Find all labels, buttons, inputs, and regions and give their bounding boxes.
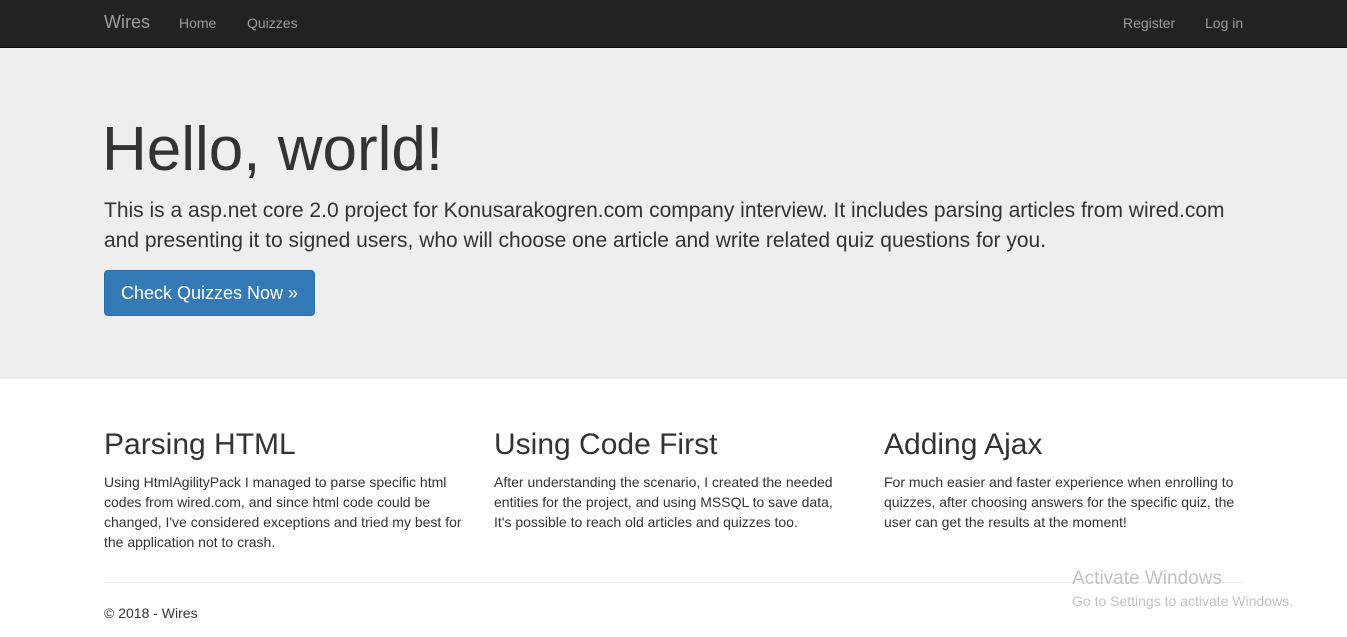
feature-title: Adding Ajax	[884, 428, 1043, 461]
feature-column-ajax: Adding Ajax For much easier and faster e…	[884, 428, 1244, 532]
top-navbar: Wires Home Quizzes Register Log in	[0, 0, 1347, 48]
nav-quizzes-link[interactable]: Quizzes	[247, 15, 298, 31]
nav-home-link[interactable]: Home	[179, 15, 216, 31]
feature-title: Parsing HTML	[104, 428, 296, 461]
activate-windows-title: Activate Windows	[1072, 568, 1222, 589]
nav-login-link[interactable]: Log in	[1205, 15, 1243, 31]
feature-title: Using Code First	[494, 428, 718, 461]
hero-heading: Hello, world!	[102, 115, 444, 184]
activate-windows-subtitle: Go to Settings to activate Windows.	[1072, 593, 1293, 609]
brand-link[interactable]: Wires	[104, 12, 150, 32]
footer-copyright: © 2018 - Wires	[104, 605, 198, 621]
hero-jumbotron: Hello, world! This is a asp.net core 2.0…	[0, 48, 1347, 379]
check-quizzes-button[interactable]: Check Quizzes Now »	[104, 270, 315, 316]
nav-register-link[interactable]: Register	[1123, 15, 1175, 31]
feature-text: For much easier and faster experience wh…	[884, 474, 1235, 530]
feature-column-code-first: Using Code First After understanding the…	[494, 428, 854, 532]
feature-text: After understanding the scenario, I crea…	[494, 474, 833, 530]
feature-column-parsing: Parsing HTML Using HtmlAgilityPack I man…	[104, 428, 464, 552]
hero-lead-text: This is a asp.net core 2.0 project for K…	[104, 199, 1225, 252]
feature-text: Using HtmlAgilityPack I managed to parse…	[104, 474, 462, 550]
